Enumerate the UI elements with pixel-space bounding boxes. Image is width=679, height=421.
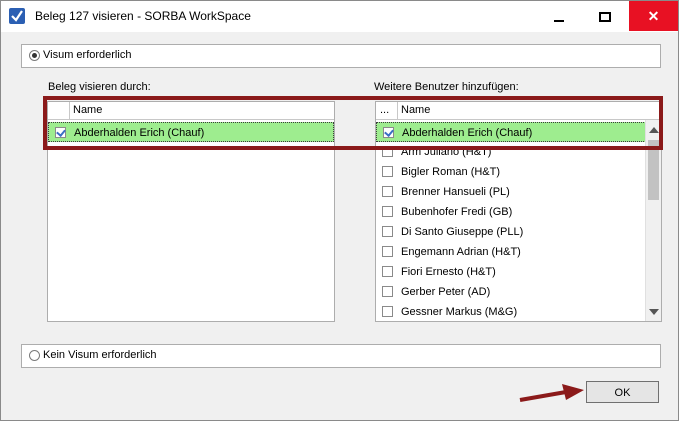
user-row-name: Engemann Adrian (H&T) — [401, 246, 521, 258]
visum-required-radio[interactable] — [29, 50, 40, 61]
user-row[interactable]: Gessner Markus (M&G) — [376, 302, 646, 321]
user-row-checkbox[interactable] — [382, 206, 393, 217]
user-row-name: Bubenhofer Fredi (GB) — [401, 206, 513, 218]
user-row-checkbox[interactable] — [382, 266, 393, 277]
minimize-button[interactable] — [536, 1, 582, 31]
close-icon: ✕ — [647, 8, 660, 24]
user-row[interactable]: Di Santo Giuseppe (PLL) — [376, 222, 646, 242]
close-button[interactable]: ✕ — [629, 1, 678, 31]
no-visum-label[interactable]: Kein Visum erforderlich — [43, 349, 157, 361]
visum-required-panel: Visum erforderlich — [21, 44, 661, 68]
user-row-checkbox[interactable] — [382, 166, 393, 177]
user-row[interactable]: Bubenhofer Fredi (GB) — [376, 202, 646, 222]
user-row-checkbox[interactable] — [382, 306, 393, 317]
user-row-checkbox[interactable] — [382, 226, 393, 237]
users-scrollbar[interactable] — [645, 120, 661, 321]
title-bar[interactable]: Beleg 127 visieren - SORBA WorkSpace ✕ — [1, 1, 678, 32]
user-row-name: Gerber Peter (AD) — [401, 286, 491, 298]
scroll-down-icon[interactable] — [649, 309, 659, 315]
user-row-name: Fiori Ernesto (H&T) — [401, 266, 496, 278]
no-visum-radio[interactable] — [29, 350, 40, 361]
user-row[interactable]: Gerber Peter (AD) — [376, 282, 646, 302]
user-row[interactable]: Bigler Roman (H&T) — [376, 162, 646, 182]
minimize-icon — [554, 20, 564, 23]
visum-required-label[interactable]: Visum erforderlich — [43, 49, 131, 61]
user-row[interactable]: Fiori Ernesto (H&T) — [376, 262, 646, 282]
user-row-name: Di Santo Giuseppe (PLL) — [401, 226, 524, 238]
user-row[interactable]: Engemann Adrian (H&T) — [376, 242, 646, 262]
pointer-arrow-icon — [519, 384, 584, 402]
user-row-checkbox[interactable] — [382, 186, 393, 197]
checkbox-app-icon — [9, 8, 25, 24]
highlight-annotation-box — [43, 96, 663, 150]
user-row-name: Gessner Markus (M&G) — [401, 306, 518, 318]
user-row[interactable]: Brenner Hansueli (PL) — [376, 182, 646, 202]
user-row-name: Bigler Roman (H&T) — [401, 166, 501, 178]
ok-button[interactable]: OK — [586, 381, 659, 403]
maximize-icon — [599, 12, 611, 23]
user-row-checkbox[interactable] — [382, 286, 393, 297]
right-group-label: Weitere Benutzer hinzufügen: — [374, 81, 519, 93]
user-row-checkbox[interactable] — [382, 246, 393, 257]
user-row-name: Brenner Hansueli (PL) — [401, 186, 510, 198]
window-title: Beleg 127 visieren - SORBA WorkSpace — [35, 9, 251, 23]
left-group-label: Beleg visieren durch: — [48, 81, 151, 93]
maximize-button[interactable] — [582, 1, 628, 31]
no-visum-panel: Kein Visum erforderlich — [21, 344, 661, 368]
